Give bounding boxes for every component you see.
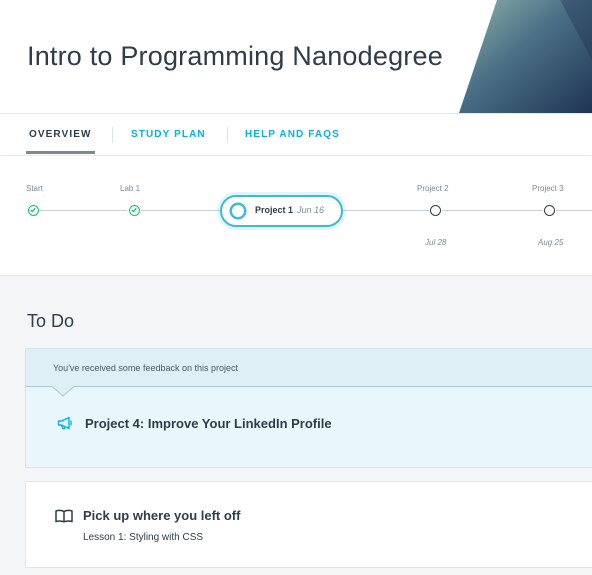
milestone-label-project-2: Project 2 [417, 184, 449, 193]
milestone-upcoming-project-2[interactable] [430, 205, 441, 216]
tab-overview[interactable]: OVERVIEW [26, 114, 95, 155]
feedback-project-title: Project 4: Improve Your LinkedIn Profile [85, 415, 332, 431]
megaphone-icon [57, 416, 72, 430]
feedback-banner: You've received some feedback on this pr… [26, 349, 592, 387]
milestone-date-project-2: Jul 28 [425, 238, 447, 247]
milestone-upcoming-project-3[interactable] [544, 205, 555, 216]
timeline-connector [40, 210, 127, 211]
checkmark-icon [131, 207, 137, 213]
tab-study-plan[interactable]: STUDY PLAN [131, 114, 206, 155]
timeline-connector [343, 210, 429, 211]
milestone-label-lab-1: Lab 1 [120, 184, 141, 193]
feedback-message: You've received some feedback on this pr… [53, 363, 238, 373]
milestone-complete-lab-1[interactable] [129, 205, 140, 216]
tab-divider [227, 127, 228, 143]
resume-title: Pick up where you left off [83, 508, 241, 523]
milestone-label-project-3: Project 3 [532, 184, 564, 193]
todo-heading: To Do [27, 311, 75, 331]
timeline-connector [442, 210, 543, 211]
current-milestone-date: Jun 16 [297, 205, 325, 215]
page-title: Intro to Programming Nanodegree [27, 41, 443, 71]
current-milestone-label: Project 1 [255, 205, 294, 215]
progress-timeline: Start Lab 1 Project 1 Jun 16 Project 2 Ju… [0, 156, 592, 276]
tab-divider [112, 127, 113, 143]
feedback-project-link[interactable]: Project 4: Improve Your LinkedIn Profile [57, 413, 332, 433]
current-milestone-text: Project 1 Jun 16 [255, 205, 324, 215]
resume-lesson: Lesson 1: Styling with CSS [83, 532, 204, 543]
banner-notch [52, 386, 74, 397]
checkmark-icon [30, 207, 36, 213]
feedback-card: You've received some feedback on this pr… [25, 348, 592, 468]
milestone-current-project-1[interactable]: Project 1 Jun 16 [220, 195, 343, 227]
milestone-label-start: Start [26, 184, 43, 193]
open-book-icon [55, 509, 73, 523]
resume-header: Pick up where you left off [55, 508, 240, 523]
resume-card[interactable]: Pick up where you left off Lesson 1: Sty… [25, 481, 592, 568]
tab-help-and-faqs[interactable]: HELP AND FAQS [245, 114, 340, 155]
milestone-complete-start[interactable] [28, 205, 39, 216]
tab-bar: OVERVIEW STUDY PLAN HELP AND FAQS [0, 113, 592, 155]
milestone-date-project-3: Aug 25 [538, 238, 564, 247]
current-milestone-icon [232, 205, 244, 217]
timeline-connector [141, 210, 221, 211]
page-header: Intro to Programming Nanodegree [0, 0, 592, 113]
timeline-connector [556, 210, 592, 211]
